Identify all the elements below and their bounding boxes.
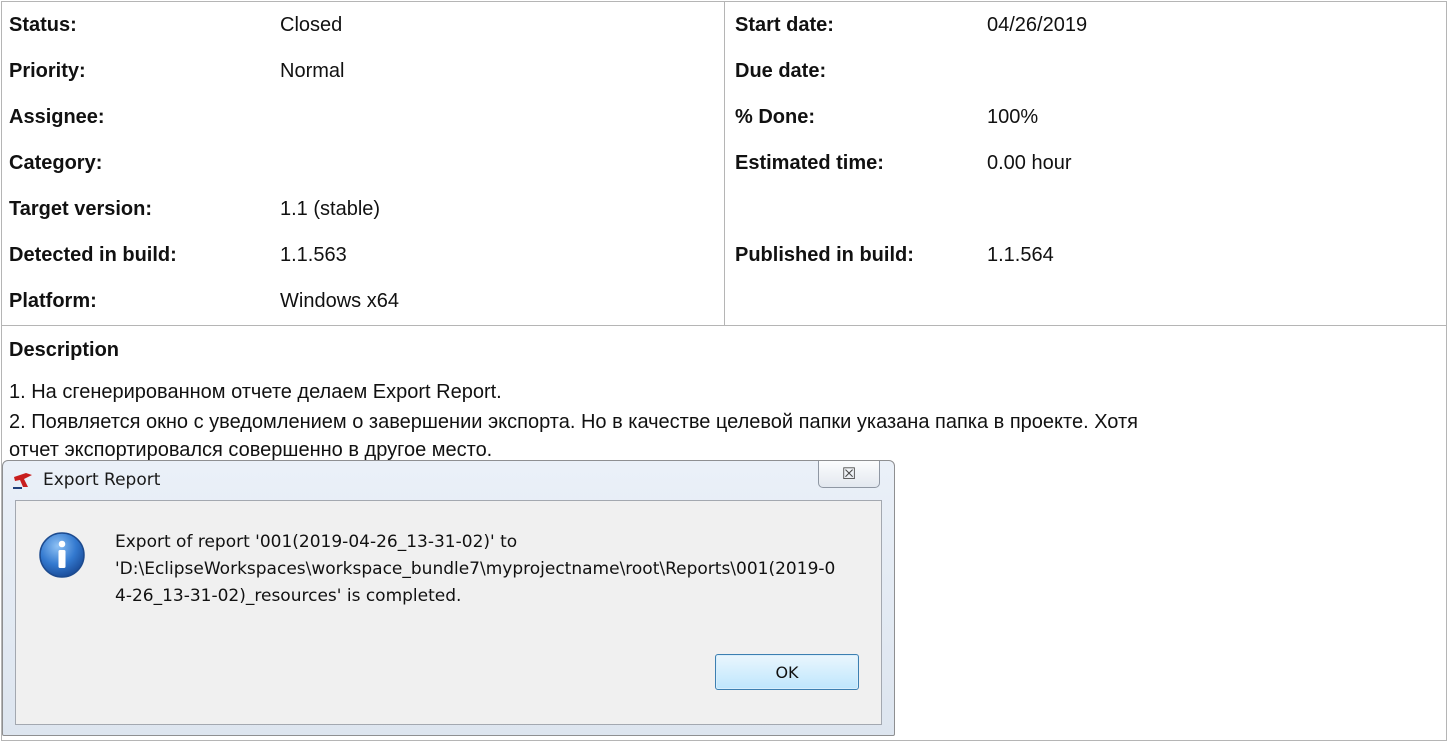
app-logo-icon (13, 473, 32, 489)
dialog-message: Export of report '001(2019-04-26_13-31-0… (115, 529, 835, 610)
section-divider (2, 325, 1446, 326)
attr-label: Priority: (9, 59, 86, 82)
column-divider (724, 2, 725, 325)
attr-label: Platform: (9, 289, 97, 312)
attr-value: Windows x64 (280, 289, 399, 312)
attr-label: Due date: (735, 59, 827, 82)
attr-label: Published in build: (735, 243, 914, 266)
attr-label: Detected in build: (9, 243, 177, 266)
attr-value: Normal (280, 59, 345, 82)
attr-label: Category: (9, 151, 103, 174)
attr-value: 1.1.564 (987, 243, 1054, 266)
description-line: отчет экспортировался совершенно в друго… (9, 439, 493, 461)
attr-value: 1.1.563 (280, 243, 347, 266)
dialog-message-line: 4-26_13-31-02)_resources' is completed. (115, 586, 462, 606)
ok-button[interactable]: OK (715, 654, 859, 690)
attr-value: 100% (987, 105, 1039, 128)
close-icon[interactable]: ☒ (818, 461, 880, 488)
attr-value: Closed (280, 13, 343, 36)
issue-attributes: Status: Closed Priority: Normal Assignee… (2, 2, 1446, 325)
attr-label: Status: (9, 13, 77, 36)
issue-details-panel: Status: Closed Priority: Normal Assignee… (1, 1, 1447, 741)
dialog-message-line: Export of report '001(2019-04-26_13-31-0… (115, 532, 518, 552)
attr-value: 04/26/2019 (987, 13, 1088, 36)
export-report-dialog-screenshot: Export Report ☒ Export of report '001(20… (2, 460, 895, 736)
attr-value[interactable]: 1.1 (stable) (280, 198, 380, 221)
attr-label: Estimated time: (735, 151, 884, 174)
info-icon (39, 532, 85, 578)
attr-label: % Done: (735, 105, 815, 128)
dialog-titlebar: Export Report ☒ (3, 461, 894, 497)
dialog-body: Export of report '001(2019-04-26_13-31-0… (15, 500, 882, 725)
dialog-message-line: 'D:\EclipseWorkspaces\workspace_bundle7\… (115, 559, 836, 579)
attr-value: 0.00 hour (987, 151, 1072, 174)
description-line: 1. На сгенерированном отчете делаем Expo… (9, 381, 502, 403)
attr-label: Target version: (9, 197, 152, 220)
attr-label: Assignee: (9, 105, 105, 128)
attr-label: Start date: (735, 13, 834, 36)
dialog-title: Export Report (43, 470, 161, 490)
description-heading: Description (9, 339, 120, 361)
description-line: 2. Появляется окно с уведомлением о заве… (9, 411, 1138, 433)
